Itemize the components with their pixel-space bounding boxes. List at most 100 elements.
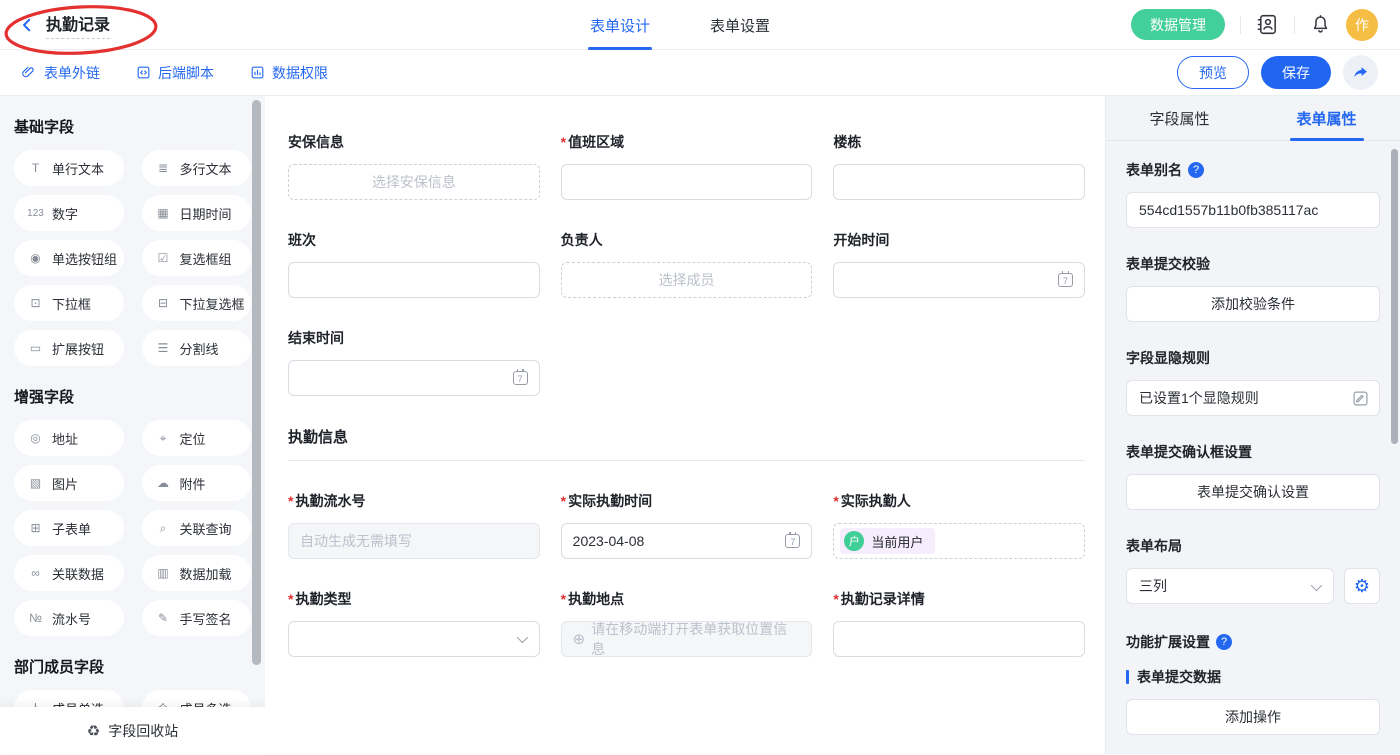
field-item-multi-select[interactable]: ⊟下拉复选框 bbox=[142, 285, 252, 321]
field-end-time: 结束时间 7 bbox=[288, 328, 540, 396]
field-item-serial-number[interactable]: №流水号 bbox=[14, 600, 124, 636]
field-recycle-bin[interactable]: ♻ 字段回收站 bbox=[0, 707, 265, 754]
accent-bar bbox=[1126, 670, 1129, 684]
gear-icon: ⚙ bbox=[1354, 576, 1370, 597]
sidebar-scrollbar[interactable] bbox=[252, 100, 261, 665]
manager-input[interactable]: 选择成员 bbox=[561, 262, 813, 298]
form-layout-select[interactable]: 三列 bbox=[1126, 568, 1334, 604]
field-item-image[interactable]: ▧图片 bbox=[14, 465, 124, 501]
cloud-upload-icon: ☁ bbox=[155, 476, 172, 490]
field-item-checkbox-group[interactable]: ☑复选框组 bbox=[142, 240, 252, 276]
field-item-extend-button[interactable]: ▭扩展按钮 bbox=[14, 330, 124, 366]
building-input[interactable] bbox=[833, 164, 1085, 200]
recycle-icon: ♻ bbox=[87, 722, 100, 740]
field-security-info: 安保信息 选择安保信息 bbox=[288, 132, 540, 200]
duty-location-input[interactable]: ⊕请在移动端打开表单获取位置信息 bbox=[561, 621, 813, 657]
divider-line bbox=[288, 460, 1085, 461]
checkbox-icon: ☑ bbox=[155, 251, 172, 265]
script-icon bbox=[136, 65, 151, 80]
divider bbox=[1294, 16, 1295, 34]
form-design-canvas: 安保信息 选择安保信息 *值班区域 楼栋 班次 负责人 选择成员 开始时 bbox=[265, 96, 1105, 754]
required-mark: * bbox=[833, 591, 838, 607]
field-duty-area: *值班区域 bbox=[561, 132, 813, 200]
top-bar: 执勤记录 表单设计 表单设置 数据管理 作 bbox=[0, 0, 1400, 50]
radio-icon: ◉ bbox=[27, 251, 44, 265]
notification-bell-icon[interactable] bbox=[1310, 14, 1331, 35]
visibility-rules-label: 字段显隐规则 bbox=[1126, 348, 1380, 368]
tab-form-properties[interactable]: 表单属性 bbox=[1253, 96, 1400, 140]
user-avatar[interactable]: 作 bbox=[1346, 9, 1378, 41]
extension-settings-label: 功能扩展设置 bbox=[1126, 632, 1210, 652]
section-member-fields: 部门成员字段 bbox=[14, 656, 251, 677]
tab-form-settings[interactable]: 表单设置 bbox=[708, 0, 772, 50]
field-item-radio-group[interactable]: ◉单选按钮组 bbox=[14, 240, 124, 276]
submit-data-add-button[interactable]: 添加操作 bbox=[1126, 699, 1380, 735]
back-button[interactable] bbox=[18, 16, 36, 34]
current-user-tag[interactable]: 户 当前用户 bbox=[840, 528, 935, 554]
chevron-down-icon bbox=[516, 632, 527, 643]
tab-form-design[interactable]: 表单设计 bbox=[588, 0, 652, 50]
section-enhanced-fields: 增强字段 bbox=[14, 386, 251, 407]
single-text-icon: T bbox=[27, 161, 44, 175]
field-item-multi-text[interactable]: ≣多行文本 bbox=[142, 150, 252, 186]
field-duty-type: *执勤类型 bbox=[288, 589, 540, 657]
actual-duty-person-input[interactable]: 户 当前用户 bbox=[833, 523, 1085, 559]
section-divider-duty-info[interactable]: 执勤信息 bbox=[288, 426, 1085, 461]
field-item-divider-line[interactable]: ☰分割线 bbox=[142, 330, 252, 366]
duty-record-detail-input[interactable] bbox=[833, 621, 1085, 657]
form-toolbar: 表单外链 后端脚本 数据权限 预览 保存 bbox=[0, 50, 1400, 96]
address-book-icon[interactable] bbox=[1256, 13, 1279, 36]
backend-script-link[interactable]: 后端脚本 bbox=[136, 63, 214, 83]
form-alias-input[interactable] bbox=[1126, 192, 1380, 228]
tab-field-properties[interactable]: 字段属性 bbox=[1106, 96, 1253, 140]
field-palette-sidebar: 基础字段 T单行文本 ≣多行文本 123数字 ▦日期时间 ◉单选按钮组 ☑复选框… bbox=[0, 96, 265, 754]
duty-area-input[interactable] bbox=[561, 164, 813, 200]
section-basic-fields: 基础字段 bbox=[14, 116, 251, 137]
panel-scrollbar[interactable] bbox=[1391, 149, 1398, 444]
multi-select-icon: ⊟ bbox=[155, 296, 172, 310]
start-time-input[interactable]: 7 bbox=[833, 262, 1085, 298]
number-icon: 123 bbox=[27, 208, 44, 219]
submit-confirm-button[interactable]: 表单提交确认设置 bbox=[1126, 474, 1380, 510]
data-manage-button[interactable]: 数据管理 bbox=[1131, 9, 1225, 40]
data-permission-link[interactable]: 数据权限 bbox=[250, 63, 328, 83]
actual-duty-time-input[interactable]: 2023-04-087 bbox=[561, 523, 813, 559]
field-item-subform[interactable]: ⊞子表单 bbox=[14, 510, 124, 546]
field-item-data-load[interactable]: ▥数据加载 bbox=[142, 555, 252, 591]
submit-data-label: 表单提交数据 bbox=[1137, 667, 1221, 687]
chevron-left-icon bbox=[18, 16, 36, 34]
shift-input[interactable] bbox=[288, 262, 540, 298]
layout-settings-button[interactable]: ⚙ bbox=[1344, 568, 1380, 604]
field-item-location[interactable]: ⌖定位 bbox=[142, 420, 252, 456]
extend-button-icon: ▭ bbox=[27, 341, 44, 355]
field-item-address[interactable]: ◎地址 bbox=[14, 420, 124, 456]
visibility-rules-box[interactable]: 已设置1个显隐规则 bbox=[1126, 380, 1380, 416]
field-item-single-text[interactable]: T单行文本 bbox=[14, 150, 124, 186]
field-item-signature[interactable]: ✎手写签名 bbox=[142, 600, 252, 636]
page-title[interactable]: 执勤记录 bbox=[46, 11, 110, 39]
edit-icon[interactable] bbox=[1352, 390, 1369, 407]
form-external-link[interactable]: 表单外链 bbox=[22, 63, 100, 83]
share-button[interactable] bbox=[1343, 55, 1378, 90]
required-mark: * bbox=[561, 591, 566, 607]
field-item-attachment[interactable]: ☁附件 bbox=[142, 465, 252, 501]
help-icon[interactable]: ? bbox=[1216, 634, 1232, 650]
security-info-input[interactable]: 选择安保信息 bbox=[288, 164, 540, 200]
field-building: 楼栋 bbox=[833, 132, 1085, 200]
duty-serial-input[interactable]: 自动生成无需填写 bbox=[288, 523, 540, 559]
field-item-linked-query[interactable]: ⌕关联查询 bbox=[142, 510, 252, 546]
end-time-input[interactable]: 7 bbox=[288, 360, 540, 396]
address-pin-icon: ◎ bbox=[27, 431, 44, 445]
field-item-linked-data[interactable]: ∞关联数据 bbox=[14, 555, 124, 591]
linked-data-icon: ∞ bbox=[27, 566, 44, 580]
help-icon[interactable]: ? bbox=[1188, 162, 1204, 178]
field-item-number[interactable]: 123数字 bbox=[14, 195, 124, 231]
preview-button[interactable]: 预览 bbox=[1177, 56, 1249, 89]
top-tabs: 表单设计 表单设置 bbox=[588, 0, 772, 50]
field-manager: 负责人 选择成员 bbox=[561, 230, 813, 298]
duty-type-select[interactable] bbox=[288, 621, 540, 657]
add-validation-button[interactable]: 添加校验条件 bbox=[1126, 286, 1380, 322]
field-item-select[interactable]: ⊡下拉框 bbox=[14, 285, 124, 321]
save-button[interactable]: 保存 bbox=[1261, 56, 1331, 89]
field-item-datetime[interactable]: ▦日期时间 bbox=[142, 195, 252, 231]
